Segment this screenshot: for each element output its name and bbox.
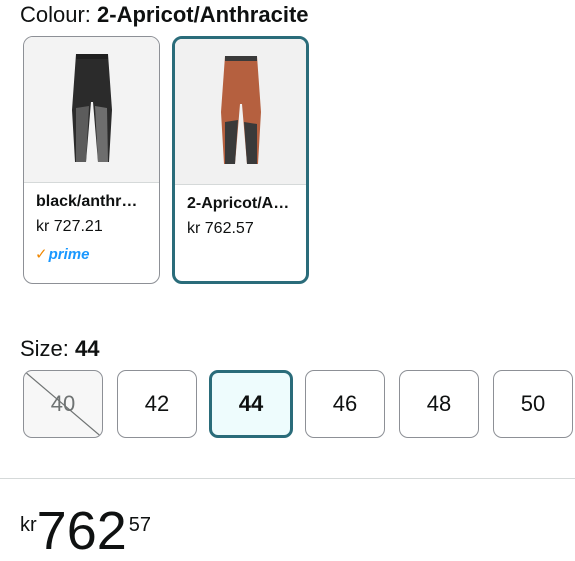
price-fraction: 57 [128,514,152,536]
selected-colour: 2-Apricot/Anthracite [97,2,309,27]
size-heading: Size: 44 [20,336,100,362]
colour-label: Colour: [20,2,91,27]
pants-image-apricot [220,55,261,164]
size-label: 44 [238,391,264,416]
colour-swatch-black-anthracite[interactable]: black/anthr… kr 727.21 ✓ prime [23,36,160,284]
size-option-50[interactable]: 50 [493,370,573,438]
prime-badge: ✓ prime [35,245,90,264]
section-divider [0,478,575,479]
product-image [24,37,159,183]
prime-label: prime [48,245,90,263]
size-label: 48 [426,391,452,416]
product-image [175,39,306,185]
price-whole: 762 [36,501,127,561]
swatch-name: 2-Apricot/A… [187,195,290,212]
size-label: 42 [144,391,170,416]
prime-check-icon: ✓ [35,246,48,263]
colour-swatch-apricot-anthracite[interactable]: 2-Apricot/A… kr 762.57 [172,36,309,284]
price-display: kr 762 57 [20,504,151,558]
size-option-40[interactable]: 40 [23,370,103,438]
size-option-48[interactable]: 48 [399,370,479,438]
size-option-44[interactable]: 44 [209,370,293,438]
size-label: 40 [50,391,76,416]
pants-image-black [71,53,112,162]
size-option-46[interactable]: 46 [305,370,385,438]
selected-size: 44 [75,336,100,361]
colour-heading: Colour: 2-Apricot/Anthracite [20,2,309,28]
price-currency: kr [20,514,37,536]
size-label: 50 [520,391,546,416]
size-label: Size: [20,336,69,361]
size-option-42[interactable]: 42 [117,370,197,438]
swatch-price: kr 762.57 [187,220,254,237]
swatch-price: kr 727.21 [36,218,103,235]
swatch-name: black/anthr… [36,193,138,210]
size-label: 46 [332,391,358,416]
